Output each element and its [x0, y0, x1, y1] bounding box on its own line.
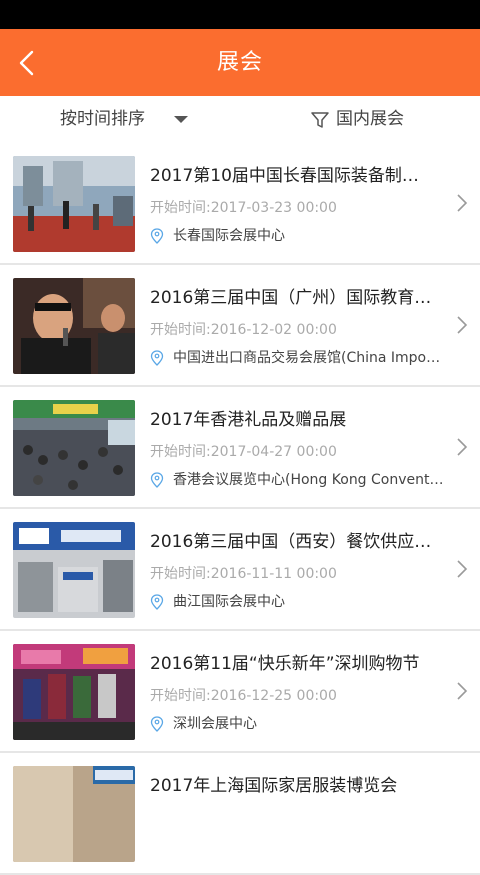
exhibition-start-time: 开始时间:2016-11-11 00:00: [150, 566, 337, 582]
location-pin-icon: [150, 228, 164, 244]
filter-bar: 按时间排序 国内展会: [0, 96, 480, 144]
list-item[interactable]: 2016第三届中国（西安）餐饮供应链博览会 开始时间:2016-11-11 00…: [0, 509, 480, 631]
exhibition-location: 中国进出口商品交易会展馆(China Import and Export Fai…: [150, 347, 445, 367]
page-title: 展会: [216, 50, 263, 75]
exhibition-start-time: 开始时间:2017-03-23 00:00: [150, 200, 337, 216]
exhibition-thumbnail: [13, 278, 135, 374]
exhibition-thumbnail: [13, 766, 135, 862]
region-filter[interactable]: 国内展会: [310, 96, 404, 143]
list-item[interactable]: 2016第11届“快乐新年”深圳购物节 开始时间:2016-12-25 00:0…: [0, 631, 480, 753]
exhibition-location: 曲江国际会展中心: [150, 591, 445, 611]
exhibition-start-time: 开始时间:2017-04-27 00:00: [150, 444, 337, 460]
list-item[interactable]: 2017年上海国际家居服装博览会: [0, 753, 480, 875]
exhibition-title: 2016第三届中国（西安）餐饮供应链博览会: [150, 532, 435, 552]
location-pin-icon: [150, 350, 164, 366]
chevron-right-icon: [457, 560, 468, 578]
chevron-right-icon: [457, 438, 468, 456]
exhibition-location: 香港会议展览中心(Hong Kong Convention and Exhibi…: [150, 469, 445, 489]
chevron-right-icon: [457, 194, 468, 212]
exhibition-thumbnail: [13, 156, 135, 252]
exhibition-thumbnail: [13, 644, 135, 740]
chevron-right-icon: [457, 682, 468, 700]
location-pin-icon: [150, 472, 164, 488]
top-app-bar: 展会: [0, 29, 480, 96]
list-item[interactable]: 2017年香港礼品及赠品展 开始时间:2017-04-27 00:00 香港会议…: [0, 387, 480, 509]
exhibition-list: 2017第10届中国长春国际装备制造业博览会 开始时间:2017-03-23 0…: [0, 143, 480, 875]
location-pin-icon: [150, 716, 164, 732]
list-item[interactable]: 2016第三届中国（广州）国际教育装备展 开始时间:2016-12-02 00:…: [0, 265, 480, 387]
exhibition-thumbnail: [13, 400, 135, 496]
chevron-right-icon: [457, 316, 468, 334]
status-bar: [0, 0, 480, 29]
exhibition-title: 2016第11届“快乐新年”深圳购物节: [150, 654, 420, 674]
exhibition-thumbnail: [13, 522, 135, 618]
caret-down-icon[interactable]: [174, 116, 188, 123]
sort-dropdown[interactable]: 按时间排序: [60, 96, 145, 143]
exhibition-location: 深圳会展中心: [150, 713, 445, 733]
list-item[interactable]: 2017第10届中国长春国际装备制造业博览会 开始时间:2017-03-23 0…: [0, 143, 480, 265]
exhibition-title: 2016第三届中国（广州）国际教育装备展: [150, 288, 435, 308]
exhibition-title: 2017年上海国际家居服装博览会: [150, 776, 398, 796]
exhibition-location: 长春国际会展中心: [150, 225, 445, 245]
exhibition-start-time: 开始时间:2016-12-02 00:00: [150, 322, 337, 338]
region-filter-label: 国内展会: [336, 109, 404, 129]
location-pin-icon: [150, 594, 164, 610]
exhibition-start-time: 开始时间:2016-12-25 00:00: [150, 688, 337, 704]
exhibition-title: 2017第10届中国长春国际装备制造业博览会: [150, 166, 435, 186]
exhibition-title: 2017年香港礼品及赠品展: [150, 410, 347, 430]
filter-icon: [311, 112, 329, 128]
